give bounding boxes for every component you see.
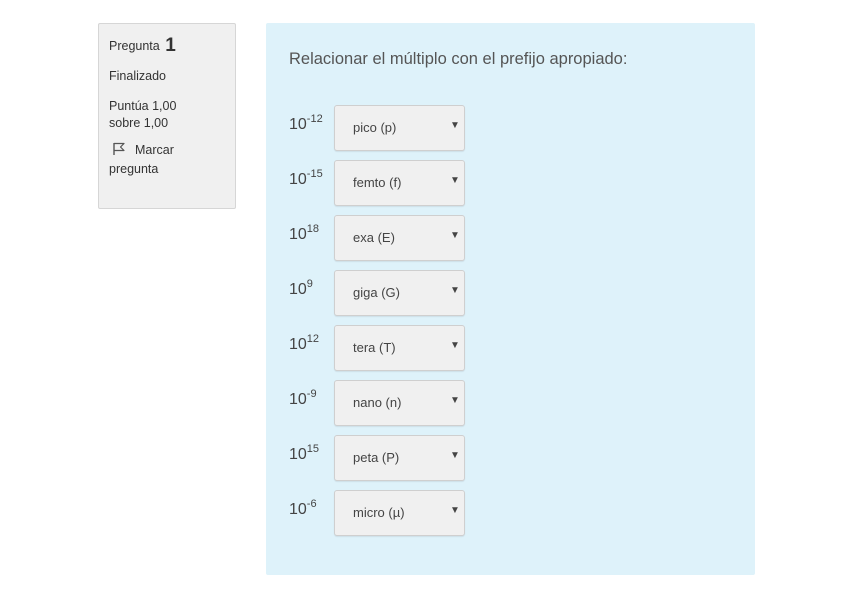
- multiple-label: 1012: [289, 333, 320, 354]
- prefix-select-value: micro (µ): [353, 505, 405, 520]
- prefix-select-value: tera (T): [353, 340, 396, 355]
- flag-icon[interactable]: [112, 142, 126, 161]
- caret-down-icon[interactable]: ▼: [450, 450, 460, 461]
- multiple-exponent: -15: [306, 168, 323, 180]
- multiple-base: 10: [289, 171, 307, 188]
- multiple-exponent: 12: [306, 333, 320, 345]
- prefix-select[interactable]: tera (T) ▼: [334, 325, 465, 371]
- question-info-panel: Pregunta 1 Finalizado Puntúa 1,00 sobre …: [98, 23, 236, 209]
- prefix-select[interactable]: nano (n) ▼: [334, 380, 465, 426]
- prefix-select[interactable]: peta (P) ▼: [334, 435, 465, 481]
- question-number: 1: [165, 35, 176, 56]
- prefix-select-value: nano (n): [353, 395, 402, 410]
- question-content: Relacionar el múltiplo con el prefijo ap…: [266, 23, 755, 575]
- multiple-label: 10-6: [289, 498, 317, 519]
- caret-down-icon[interactable]: ▼: [450, 230, 460, 241]
- multiple-label: 10-15: [289, 168, 323, 189]
- caret-down-icon[interactable]: ▼: [450, 285, 460, 296]
- multiple-base: 10: [289, 391, 307, 408]
- prefix-select-value: pico (p): [353, 120, 397, 135]
- prefix-select[interactable]: micro (µ) ▼: [334, 490, 465, 536]
- question-state: Finalizado: [109, 69, 166, 83]
- prefix-select-value: giga (G): [353, 285, 400, 300]
- multiple-base: 10: [289, 501, 307, 518]
- multiple-exponent: 18: [306, 223, 320, 235]
- prefix-select-value: femto (f): [353, 175, 402, 190]
- multiple-label: 10-9: [289, 388, 317, 409]
- multiple-exponent: 9: [306, 278, 313, 290]
- question-text: Relacionar el múltiplo con el prefijo ap…: [289, 50, 628, 68]
- multiple-base: 10: [289, 446, 307, 463]
- caret-down-icon[interactable]: ▼: [450, 505, 460, 516]
- caret-down-icon[interactable]: ▼: [450, 340, 460, 351]
- multiple-label: 10-12: [289, 113, 323, 134]
- caret-down-icon[interactable]: ▼: [450, 175, 460, 186]
- match-row: 10-9 nano (n) ▼: [289, 380, 529, 428]
- question-label: Pregunta: [109, 39, 160, 53]
- prefix-select[interactable]: exa (E) ▼: [334, 215, 465, 261]
- match-row: 10-15 femto (f) ▼: [289, 160, 529, 208]
- multiple-base: 10: [289, 336, 307, 353]
- match-row: 10-6 micro (µ) ▼: [289, 490, 529, 538]
- caret-down-icon[interactable]: ▼: [450, 120, 460, 131]
- match-row: 1018 exa (E) ▼: [289, 215, 529, 263]
- multiple-base: 10: [289, 226, 307, 243]
- prefix-select[interactable]: pico (p) ▼: [334, 105, 465, 151]
- prefix-select[interactable]: giga (G) ▼: [334, 270, 465, 316]
- multiple-exponent: -9: [306, 388, 317, 400]
- multiple-exponent: 15: [306, 443, 320, 455]
- match-row: 1015 peta (P) ▼: [289, 435, 529, 483]
- caret-down-icon[interactable]: ▼: [450, 395, 460, 406]
- multiple-label: 1018: [289, 223, 320, 244]
- multiple-base: 10: [289, 281, 307, 298]
- match-row: 10-12 pico (p) ▼: [289, 105, 529, 153]
- match-row: 109 giga (G) ▼: [289, 270, 529, 318]
- multiple-label: 109: [289, 278, 313, 299]
- question-number-line: Pregunta 1: [109, 36, 226, 58]
- flag-question-link[interactable]: Marcar pregunta: [109, 142, 209, 178]
- multiple-base: 10: [289, 116, 307, 133]
- match-row: 1012 tera (T) ▼: [289, 325, 529, 373]
- multiple-exponent: -6: [306, 498, 317, 510]
- multiple-exponent: -12: [306, 113, 323, 125]
- prefix-select-value: peta (P): [353, 450, 400, 465]
- question-grade: Puntúa 1,00 sobre 1,00: [109, 99, 177, 130]
- prefix-select[interactable]: femto (f) ▼: [334, 160, 465, 206]
- prefix-select-value: exa (E): [353, 230, 395, 245]
- multiple-label: 1015: [289, 443, 320, 464]
